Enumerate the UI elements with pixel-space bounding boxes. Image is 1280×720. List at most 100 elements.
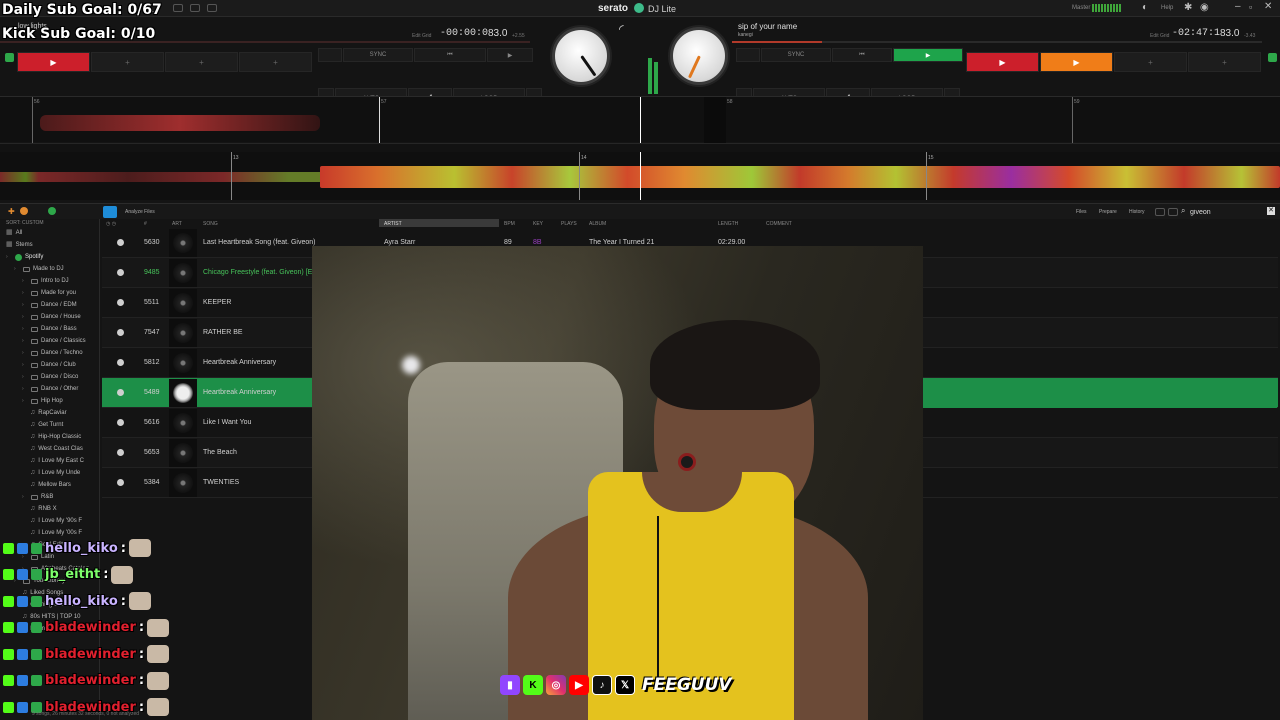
left-gain-knob[interactable]: [552, 27, 610, 85]
sidebar-item[interactable]: › Made to DJ: [0, 263, 99, 275]
chevron-right-icon[interactable]: ›: [22, 491, 28, 503]
sidebar-item-label: Made to DJ: [33, 266, 64, 272]
deck-left-slip-button[interactable]: [318, 48, 342, 62]
deck-right-cue-pad-2[interactable]: ▶: [1040, 52, 1113, 72]
close-icon[interactable]: ✕: [1264, 1, 1272, 12]
sidebar-item[interactable]: › R&B: [0, 491, 99, 503]
deck-left-cue-pad-3[interactable]: +: [165, 52, 238, 72]
mic-icon[interactable]: [207, 4, 217, 12]
sidebar-item[interactable]: ♫ I Love My Unde: [0, 467, 99, 479]
clear-search-icon[interactable]: ✕: [1267, 207, 1275, 215]
sidebar-item[interactable]: › Hip Hop: [0, 395, 99, 407]
sidebar-item[interactable]: ♫ Mellow Bars: [0, 479, 99, 491]
deck-right-play-button[interactable]: ▶: [893, 48, 963, 62]
spotify-icon[interactable]: [48, 207, 56, 215]
smart-crate-icon[interactable]: [20, 207, 28, 215]
bar-marker: 14: [581, 155, 587, 161]
deck-right-cue-button[interactable]: ⏮: [832, 48, 892, 62]
column-plays[interactable]: PLAYS: [561, 221, 577, 227]
tab-files[interactable]: Files: [1076, 209, 1087, 215]
gear-icon[interactable]: ✱: [1184, 2, 1192, 13]
chevron-right-icon[interactable]: ›: [22, 311, 28, 323]
deck-left-cue-button[interactable]: ⏮: [414, 48, 486, 62]
column-length[interactable]: LENGTH: [718, 221, 738, 227]
column-art[interactable]: ART: [172, 221, 182, 227]
sync-status-icon[interactable]: ◐: [1142, 2, 1148, 13]
library-view-icon[interactable]: [1155, 208, 1165, 216]
chevron-right-icon[interactable]: ›: [6, 251, 12, 263]
sidebar-item[interactable]: › Intro to DJ: [0, 275, 99, 287]
daily-sub-goal: Daily Sub Goal: 0/67: [2, 2, 162, 18]
add-crate-icon[interactable]: ✚: [8, 207, 15, 216]
column-song[interactable]: SONG: [203, 221, 218, 227]
album-art: [169, 379, 197, 407]
sidebar-item[interactable]: › Dance / Classics: [0, 335, 99, 347]
column-key[interactable]: KEY: [533, 221, 543, 227]
chevron-right-icon[interactable]: ›: [22, 323, 28, 335]
deck-left-cue-pad-1[interactable]: ▶: [17, 52, 90, 72]
chevron-right-icon[interactable]: ›: [22, 287, 28, 299]
chevron-right-icon[interactable]: ›: [22, 359, 28, 371]
chevron-right-icon[interactable]: ›: [22, 275, 28, 287]
column-album[interactable]: ALBUM: [589, 221, 606, 227]
sidebar-item[interactable]: ♫ I Love My '90s F: [0, 515, 99, 527]
sidebar-item[interactable]: › Dance / Other: [0, 383, 99, 395]
sidebar-item[interactable]: › Dance / Bass: [0, 323, 99, 335]
column-number[interactable]: #: [144, 221, 147, 227]
deck-right-slip-button[interactable]: [736, 48, 760, 62]
sidebar-item[interactable]: › Dance / Disco: [0, 371, 99, 383]
deck-right-cue-pad-4[interactable]: +: [1188, 52, 1261, 72]
analyze-files-button[interactable]: Analyze Files: [125, 209, 155, 215]
sidebar-item[interactable]: › Dance / EDM: [0, 299, 99, 311]
right-gain-knob[interactable]: [670, 27, 728, 85]
sidebar-item[interactable]: ♫ Get Turnt: [0, 419, 99, 431]
sidebar-item[interactable]: › Made for you: [0, 287, 99, 299]
sidebar-item[interactable]: ♫ RNB X: [0, 503, 99, 515]
overview-waveform[interactable]: 13 14 15: [0, 152, 1280, 200]
midi-icon[interactable]: [173, 4, 183, 12]
sidebar-item[interactable]: ♫ I Love My East C: [0, 455, 99, 467]
list-view-icon[interactable]: [103, 206, 117, 218]
chevron-right-icon[interactable]: ›: [22, 347, 28, 359]
chevron-right-icon[interactable]: ›: [22, 383, 28, 395]
chevron-right-icon[interactable]: ›: [22, 299, 28, 311]
sidebar-item[interactable]: › Dance / House: [0, 311, 99, 323]
tab-prepare[interactable]: Prepare: [1099, 209, 1117, 215]
deck-right-cue-pad-1[interactable]: ▶: [966, 52, 1039, 72]
deck-left-play-button[interactable]: ▶: [487, 48, 533, 62]
deck-right-cue-pad-3[interactable]: +: [1114, 52, 1187, 72]
sidebar-item-label: R&B: [41, 494, 54, 500]
help-button[interactable]: Help: [1161, 5, 1173, 11]
deck-right-sync-button[interactable]: SYNC: [761, 48, 831, 62]
sidebar-item[interactable]: ♫ Hip-Hop Classic: [0, 431, 99, 443]
deck-left-cue-pad-2[interactable]: +: [91, 52, 164, 72]
chevron-right-icon[interactable]: ›: [22, 395, 28, 407]
sidebar-item[interactable]: › Dance / Techno: [0, 347, 99, 359]
zoomed-waveform[interactable]: 56 57 58 59: [0, 96, 1280, 143]
chevron-right-icon[interactable]: ›: [14, 263, 20, 275]
sidebar-item[interactable]: ▦ All: [0, 227, 99, 239]
sidebar-item[interactable]: ▦ Stems: [0, 239, 99, 251]
chevron-right-icon[interactable]: ›: [22, 371, 28, 383]
column-artist[interactable]: ARTIST: [384, 221, 402, 227]
chevron-right-icon[interactable]: ›: [22, 335, 28, 347]
sidebar-item[interactable]: ♫ West Coast Clas: [0, 443, 99, 455]
user-icon[interactable]: ◉: [1200, 2, 1209, 13]
sidebar-item[interactable]: › Spotify: [0, 251, 99, 263]
column-comment[interactable]: COMMENT: [766, 221, 792, 227]
column-bpm[interactable]: BPM: [504, 221, 515, 227]
deck-left-cue-pad-4[interactable]: +: [239, 52, 312, 72]
deck-left-edit-grid[interactable]: Edit Grid: [412, 33, 431, 39]
tab-history[interactable]: History: [1129, 209, 1145, 215]
maximize-icon[interactable]: ▫: [1249, 2, 1252, 12]
crossfader-icon[interactable]: ◜: [619, 22, 624, 36]
all-filter-icon[interactable]: [1168, 208, 1178, 216]
deck-right-edit-grid[interactable]: Edit Grid: [1150, 33, 1169, 39]
column-status[interactable]: ◷ ◷: [106, 221, 116, 227]
minimize-icon[interactable]: –: [1235, 1, 1241, 12]
fx-icon[interactable]: [190, 4, 200, 12]
sidebar-item[interactable]: › Dance / Club: [0, 359, 99, 371]
search-input[interactable]: [1190, 207, 1260, 217]
deck-left-sync-button[interactable]: SYNC: [343, 48, 413, 62]
sidebar-item[interactable]: ♫ RapCaviar: [0, 407, 99, 419]
